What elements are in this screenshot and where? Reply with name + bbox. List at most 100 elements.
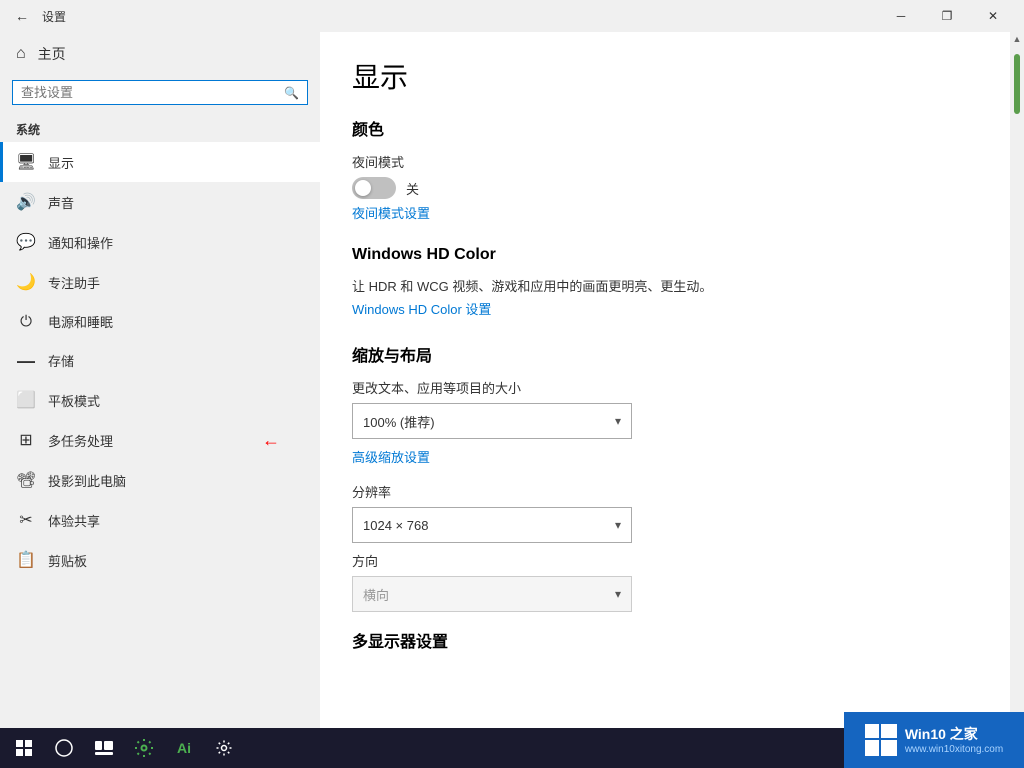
arrow-indicator: ← [262,430,280,451]
home-icon: ⌂ [16,45,26,63]
orientation-label: 方向 [352,551,978,570]
sidebar-item-sound[interactable]: 🔊 声音 [0,182,320,222]
sidebar-home[interactable]: ⌂ 主页 [0,32,320,76]
back-button[interactable]: ← [8,2,36,30]
win10-brand-text: Win10 之家 www.win10xitong.com [905,725,1003,754]
sidebar-item-label: 声音 [48,193,74,212]
scrollbar-up-button[interactable]: ▲ [1010,32,1024,46]
sidebar-item-label: 通知和操作 [48,233,113,252]
sidebar-home-label: 主页 [38,44,66,64]
scrollbar-thumb[interactable] [1014,54,1020,114]
titlebar-title: 设置 [42,8,66,25]
night-mode-status: 关 [406,179,419,198]
display-icon: 🖥 [16,152,36,172]
advanced-scale-link[interactable]: 高级缩放设置 [352,447,430,466]
storage-icon: — [16,352,36,370]
multitask-icon: ⊞ [16,430,36,450]
night-mode-row: 关 [352,177,978,199]
sidebar-item-label: 专注助手 [48,273,100,292]
win10-logo-icon [865,724,897,756]
sidebar-item-project[interactable]: 📽 投影到此电脑 [0,460,320,500]
gear-icon [215,739,233,757]
sidebar-item-experience[interactable]: ✂ 体验共享 [0,500,320,540]
settings-app-taskbar[interactable] [124,728,164,768]
ai-app-taskbar[interactable]: Ai [164,728,204,768]
scrollbar-track [1010,46,1024,714]
orientation-value: 横向 [363,585,389,604]
focus-icon: 🌙 [16,272,36,292]
windows-logo-icon [16,740,32,756]
scale-dropdown[interactable]: 100% (推荐) ▾ [352,403,632,439]
win10-watermark: Win10 之家 www.win10xitong.com [844,712,1024,768]
sidebar-item-label: 平板模式 [48,391,100,410]
sidebar-item-label: 剪贴板 [48,551,87,570]
win10-site: www.win10xitong.com [905,744,1003,755]
cortana-button[interactable] [44,728,84,768]
sidebar-item-label: 投影到此电脑 [48,471,126,490]
sidebar-section-label: 系统 [0,117,320,142]
restore-button[interactable]: ❐ [924,0,970,32]
sidebar-item-tablet[interactable]: ⬜ 平板模式 [0,380,320,420]
taskview-icon [95,741,113,755]
hd-color-link[interactable]: Windows HD Color 设置 [352,299,491,318]
sidebar-item-storage[interactable]: — 存储 [0,341,320,380]
night-mode-settings-link[interactable]: 夜间模式设置 [352,203,430,222]
sidebar: ⌂ 主页 🔍 系统 🖥 显示 🔊 声音 💬 通知和操作 🌙 专注助手 ⏻ 电源和… [0,32,320,728]
sidebar-item-power[interactable]: ⏻ 电源和睡眠 [0,302,320,341]
close-button[interactable]: ✕ [970,0,1016,32]
win10-brand: Win10 之家 [905,725,1003,743]
search-icon: 🔍 [284,86,299,100]
taskview-button[interactable] [84,728,124,768]
sidebar-item-focus[interactable]: 🌙 专注助手 [0,262,320,302]
content-area: 显示 颜色 夜间模式 关 夜间模式设置 Windows HD Color 让 H… [320,32,1010,728]
sidebar-item-display[interactable]: 🖥 显示 [0,142,320,182]
scale-label: 更改文本、应用等项目的大小 [352,378,978,397]
scale-value: 100% (推荐) [363,412,435,431]
gear-taskbar-button[interactable] [204,728,244,768]
sidebar-item-label: 存储 [48,351,74,370]
titlebar: ← 设置 ─ ❐ ✕ [0,0,1024,32]
orientation-container: 方向 横向 ▾ [352,551,978,612]
notification-icon: 💬 [16,232,36,252]
multi-monitor-title: 多显示器设置 [352,628,978,652]
sidebar-item-label: 体验共享 [48,511,100,530]
project-icon: 📽 [16,470,36,490]
orientation-dropdown[interactable]: 横向 ▾ [352,576,632,612]
cortana-icon [55,739,73,757]
settings-icon [135,739,153,757]
night-mode-toggle[interactable] [352,177,396,199]
resolution-container: 分辨率 1024 × 768 ▾ [352,482,978,543]
color-section-title: 颜色 [352,116,978,140]
page-title: 显示 [352,56,978,96]
tablet-icon: ⬜ [16,390,36,410]
resolution-dropdown[interactable]: 1024 × 768 ▾ [352,507,632,543]
sidebar-item-clipboard[interactable]: 📋 剪贴板 [0,540,320,580]
main-area: ⌂ 主页 🔍 系统 🖥 显示 🔊 声音 💬 通知和操作 🌙 专注助手 ⏻ 电源和… [0,32,1024,728]
sidebar-item-notifications[interactable]: 💬 通知和操作 [0,222,320,262]
hd-color-desc: 让 HDR 和 WCG 视频、游戏和应用中的画面更明亮、更生动。 [352,276,978,295]
scale-container: 更改文本、应用等项目的大小 100% (推荐) ▾ [352,378,978,439]
scrollbar: ▲ ▼ [1010,32,1024,728]
sound-icon: 🔊 [16,192,36,212]
scale-section-title: 缩放与布局 [352,342,978,366]
night-mode-label: 夜间模式 [352,152,978,171]
orientation-dropdown-arrow: ▾ [615,587,621,601]
hd-color-title: Windows HD Color [352,246,978,264]
sidebar-item-multitask[interactable]: ⊞ 多任务处理 ← [0,420,320,460]
resolution-label: 分辨率 [352,482,978,501]
minimize-button[interactable]: ─ [878,0,924,32]
window-controls: ─ ❐ ✕ [878,0,1016,32]
power-icon: ⏻ [16,313,36,330]
resolution-value: 1024 × 768 [363,518,428,533]
sidebar-item-label: 多任务处理 [48,431,113,450]
toggle-knob [355,180,371,196]
search-input[interactable] [21,85,284,100]
start-button[interactable] [4,728,44,768]
sidebar-item-label: 显示 [48,153,74,172]
taskbar: Ai ∧ ⌨ 🔊 19:20 2021/5/7 🔔 [0,728,1024,768]
sidebar-search-box[interactable]: 🔍 [12,80,308,105]
scale-dropdown-arrow: ▾ [615,414,621,428]
clipboard-icon: 📋 [16,550,36,570]
sidebar-item-label: 电源和睡眠 [48,312,113,331]
experience-icon: ✂ [16,510,36,530]
